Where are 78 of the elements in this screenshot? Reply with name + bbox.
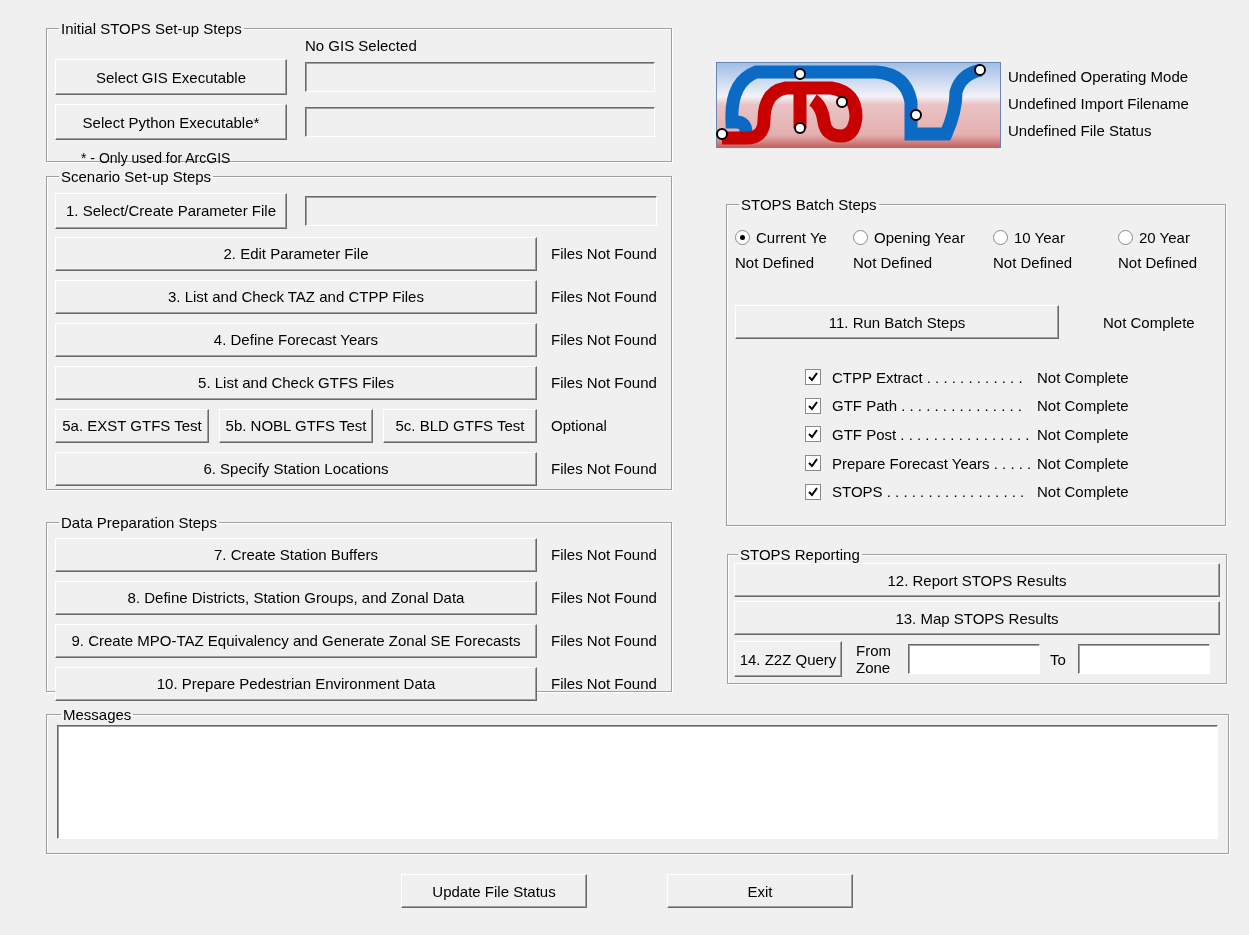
mode-label: Undefined File Status (1008, 122, 1153, 139)
field-label: From Zone (856, 642, 892, 676)
step-button[interactable]: 5. List and Check GTFS Files (55, 365, 537, 400)
status-label: Not Complete (1037, 368, 1129, 386)
radio-icon[interactable] (853, 230, 868, 245)
checkbox-icon[interactable] (805, 455, 821, 472)
status-label: Not Complete (1037, 454, 1129, 472)
status-label: Not Defined (735, 254, 816, 271)
test-button[interactable]: 5a. EXST GTFS Test (55, 408, 209, 443)
step-button[interactable]: 10. Prepare Pedestrian Environment Data (55, 666, 537, 701)
status-label: Files Not Found (551, 632, 657, 649)
messages-field[interactable] (57, 725, 1218, 839)
status-label: Optional (551, 417, 607, 434)
status-label: No GIS Selected (305, 37, 417, 54)
group-title: Messages (62, 706, 133, 723)
step-button[interactable]: 1. Select/Create Parameter File (55, 192, 287, 229)
year-radio[interactable]: 20 Year (1118, 229, 1198, 246)
status-label: Not Defined (853, 254, 934, 271)
step-button[interactable]: 9. Create MPO-TAZ Equivalency and Generate Zonal SE Forecasts (55, 623, 537, 658)
status-label: Not Complete (1037, 426, 1129, 443)
footer-button[interactable]: Exit (667, 874, 853, 908)
zone-field[interactable] (908, 644, 1040, 674)
field-label: To (1050, 650, 1066, 668)
group-title: Initial STOPS Set-up Steps (60, 20, 243, 37)
step-button[interactable]: 7. Create Station Buffers (55, 537, 537, 572)
checkbox-icon[interactable] (805, 426, 821, 443)
group-title: Data Preparation Steps (60, 514, 218, 531)
status-label: Files Not Found (551, 374, 657, 391)
run-button[interactable]: 11. Run Batch Steps (735, 305, 1059, 339)
status-label: Files Not Found (551, 589, 657, 606)
footer-button[interactable]: Update File Status (401, 874, 587, 908)
radio-icon[interactable] (735, 230, 750, 245)
mode-label: Undefined Operating Mode (1008, 68, 1189, 85)
status-label: Not Complete (1037, 397, 1129, 415)
year-radio[interactable]: Opening Year (853, 229, 993, 246)
step-button[interactable]: 3. List and Check TAZ and CTPP Files (55, 279, 537, 314)
year-radio[interactable]: Current Ye (735, 229, 853, 246)
checkbox-icon[interactable] (805, 397, 821, 414)
report-button[interactable]: 12. Report STOPS Results (734, 563, 1220, 597)
step-checkbox[interactable]: GTF Path . . . . . . . . . . . . . . . (805, 397, 1037, 415)
query-button[interactable]: 14. Z2Z Query (734, 641, 842, 677)
group-title: Scenario Set-up Steps (60, 168, 213, 185)
radio-icon[interactable] (993, 230, 1008, 245)
checkbox-icon[interactable] (805, 369, 821, 386)
status-label: Files Not Found (551, 331, 657, 348)
mode-label: Undefined Import Filename (1008, 95, 1189, 112)
group-title: STOPS Reporting (739, 546, 861, 563)
step-button[interactable]: 2. Edit Parameter File (55, 236, 537, 271)
status-label: Files Not Found (551, 245, 657, 262)
status-label: Files Not Found (551, 546, 657, 563)
step-button[interactable]: 8. Define Districts, Station Groups, and Zonal Data (55, 580, 537, 615)
checkbox-icon[interactable] (805, 483, 821, 500)
step-checkbox[interactable]: CTPP Extract . . . . . . . . . . . . (805, 368, 1037, 386)
status-label: Not Defined (993, 254, 1074, 271)
status-label: Files Not Found (551, 288, 657, 305)
radio-icon[interactable] (1118, 230, 1133, 245)
select-button[interactable]: Select Python Executable* (55, 104, 287, 140)
status-label: Not Complete (1103, 313, 1195, 331)
year-radio[interactable]: 10 Year (993, 229, 1118, 246)
file-field[interactable] (305, 195, 657, 226)
status-label: Files Not Found (551, 675, 657, 692)
status-label: Not Complete (1037, 483, 1129, 501)
note-text: * - Only used for ArcGIS (80, 150, 231, 166)
status-label: Files Not Found (551, 460, 657, 477)
step-button[interactable]: 6. Specify Station Locations (55, 451, 537, 486)
step-checkbox[interactable]: GTF Post . . . . . . . . . . . . . . . . (805, 426, 1037, 443)
report-button[interactable]: 13. Map STOPS Results (734, 601, 1220, 635)
select-button[interactable]: Select GIS Executable (55, 59, 287, 95)
step-button[interactable]: 4. Define Forecast Years (55, 322, 537, 357)
path-field[interactable] (305, 107, 655, 137)
group-title: STOPS Batch Steps (740, 196, 878, 213)
test-button[interactable]: 5b. NOBL GTFS Test (219, 408, 373, 443)
status-label: Not Defined (1118, 254, 1198, 271)
path-field[interactable] (305, 62, 655, 92)
zone-field[interactable] (1077, 644, 1210, 674)
test-button[interactable]: 5c. BLD GTFS Test (383, 408, 537, 443)
step-checkbox[interactable]: Prepare Forecast Years . . . . . (805, 454, 1037, 472)
step-checkbox[interactable]: STOPS . . . . . . . . . . . . . . . . . (805, 483, 1037, 501)
